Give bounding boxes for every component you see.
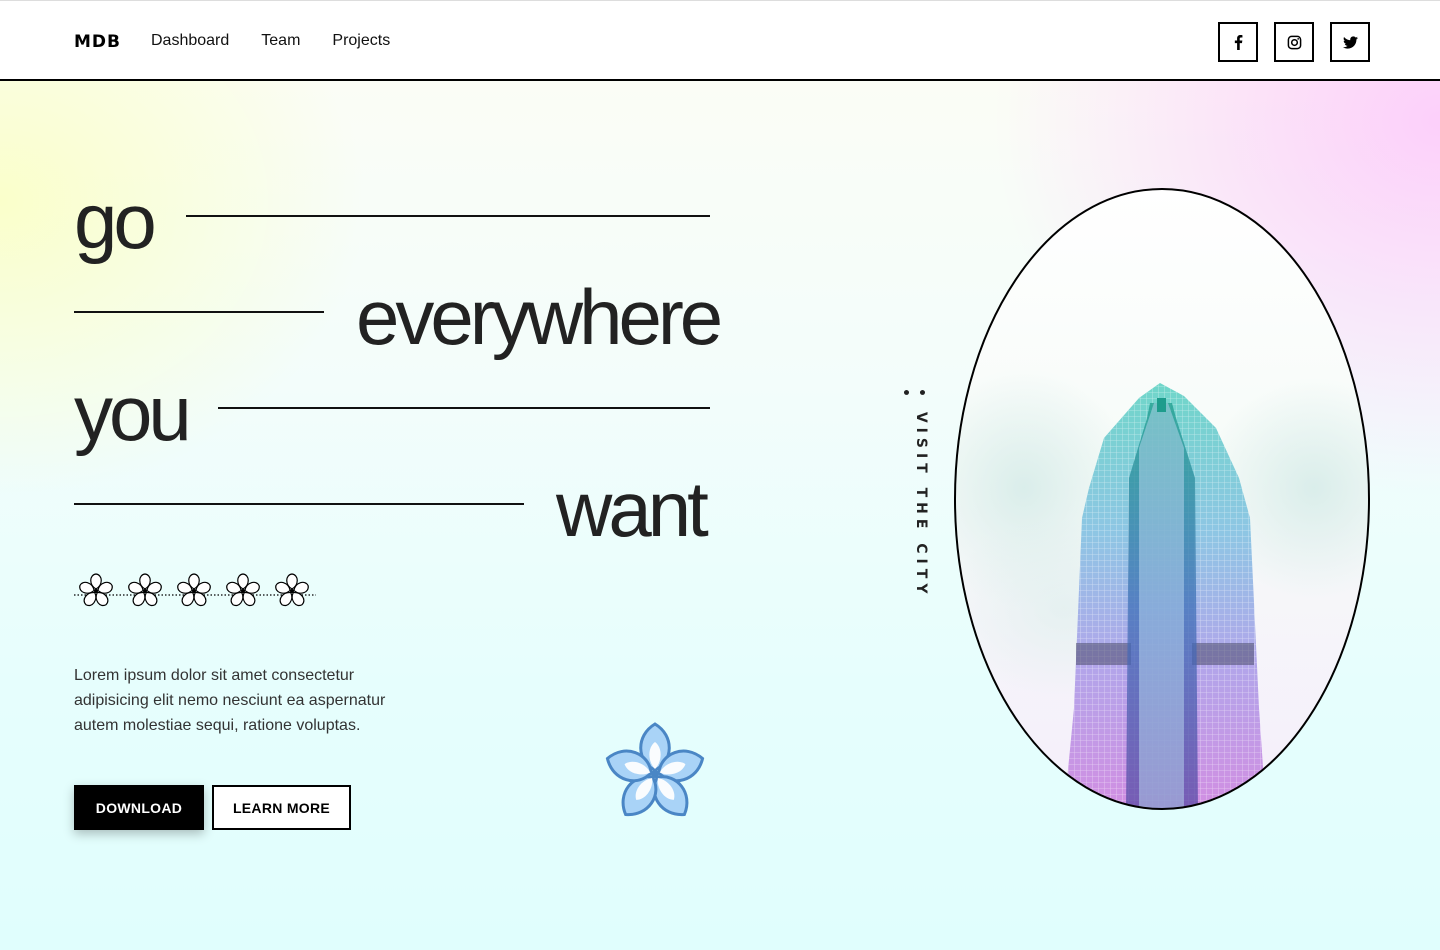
instagram-button[interactable]	[1274, 22, 1314, 62]
headline-rule	[74, 311, 324, 313]
facebook-button[interactable]	[1218, 22, 1258, 62]
hero-description: Lorem ipsum dolor sit amet consectetur a…	[74, 667, 386, 734]
social-links	[1218, 22, 1370, 62]
nav-links: Dashboard Team Projects	[151, 32, 390, 50]
flower-icon	[225, 574, 261, 608]
nav-link-dashboard[interactable]: Dashboard	[151, 32, 229, 50]
twitter-button[interactable]	[1330, 22, 1370, 62]
instagram-icon	[1287, 35, 1301, 49]
facebook-icon	[1234, 34, 1242, 50]
nav-link-team[interactable]: Team	[261, 32, 300, 50]
headline-rule	[186, 215, 710, 217]
flower-icon	[127, 574, 163, 608]
headline-word-you: you	[74, 369, 192, 457]
flower-divider	[74, 571, 316, 611]
building-image	[954, 188, 1370, 810]
brand-logo[interactable]: MDB	[74, 32, 121, 52]
visit-the-city-label: • VISIT THE CITY •	[897, 388, 929, 599]
flower-icon	[176, 574, 212, 608]
nav-link-projects[interactable]: Projects	[332, 32, 390, 50]
hero-section: go everywhere you want Lorem ipsum dolor…	[0, 81, 1440, 950]
navbar: MDB Dashboard Team Projects	[0, 0, 1440, 81]
twitter-icon	[1342, 35, 1358, 49]
headline-rule	[74, 503, 524, 505]
headline-rule	[218, 407, 710, 409]
flower-icon	[78, 574, 114, 608]
headline-word-want: want	[556, 465, 709, 553]
learn-more-button[interactable]: LEARN MORE	[212, 785, 351, 830]
flower-icon	[274, 574, 310, 608]
flower-icon	[601, 722, 709, 825]
headline-word-go: go	[74, 177, 157, 265]
headline-word-everywhere: everywhere	[356, 273, 723, 361]
download-button[interactable]: DOWNLOAD	[74, 785, 204, 830]
